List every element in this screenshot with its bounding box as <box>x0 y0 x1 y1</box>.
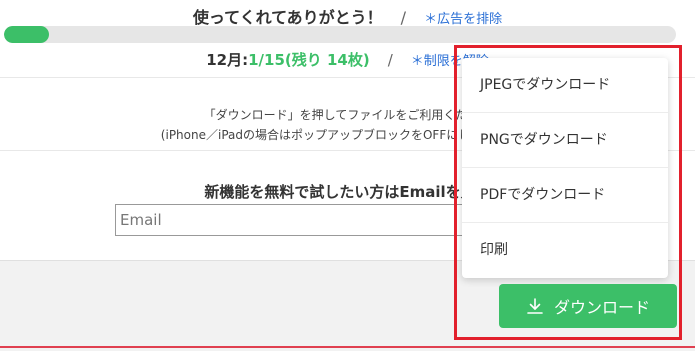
limit-count: 1/15(残り 14枚) <box>248 51 370 69</box>
highlight-box <box>454 45 682 340</box>
email-input[interactable] <box>115 204 465 236</box>
thanks-message: 使ってくれてありがとう！ / ＊広告を排除 <box>0 4 695 28</box>
limit-month: 12月 <box>206 51 243 69</box>
separator: / <box>387 51 393 69</box>
separator: / <box>400 8 407 27</box>
usage-progress-bar <box>4 26 676 43</box>
bottom-border <box>0 346 695 348</box>
thanks-text: 使ってくれてありがとう！ <box>192 8 383 27</box>
remove-ads-link[interactable]: ＊広告を排除 <box>424 12 502 27</box>
usage-progress-fill <box>4 26 50 43</box>
